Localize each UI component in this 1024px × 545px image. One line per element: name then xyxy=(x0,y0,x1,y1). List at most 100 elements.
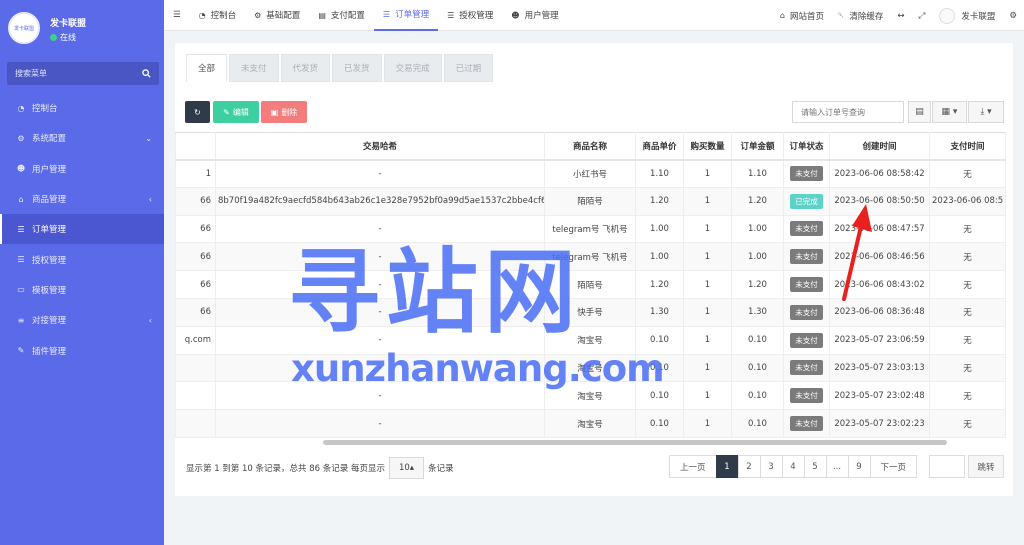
sidebar-item-7[interactable]: ≡ 对接管理 ‹ xyxy=(0,305,164,335)
cell-created: 2023-05-07 23:03:13 xyxy=(829,353,930,383)
top-tab-1[interactable]: ⚙ 基础配置 xyxy=(245,0,309,31)
trash-icon: ␡ xyxy=(838,10,845,20)
refresh-button[interactable]: ↻ xyxy=(185,101,210,123)
menu-search-input[interactable] xyxy=(15,69,125,78)
sidebar: 发卡联盟 发卡联盟 在线 ◔控制台⚙系统配置⌄☻用户管理⌂商品管理‹☰订单管理☰… xyxy=(0,0,164,545)
site-home-link[interactable]: ⌂ 网站首页 xyxy=(773,0,831,31)
status-badge: 未支付 xyxy=(790,277,823,293)
clear-cache-button[interactable]: ␡ 清除缓存 xyxy=(831,0,890,31)
export-button[interactable]: ⤓ ▾ xyxy=(968,101,1004,123)
columns-button[interactable]: ▦ ▾ xyxy=(932,101,967,123)
cell-c0 xyxy=(175,381,216,411)
top-tab-3[interactable]: ☰ 订单管理 xyxy=(373,0,439,31)
top-tab-label: 用户管理 xyxy=(524,11,559,21)
search-icon[interactable] xyxy=(142,69,151,78)
tab-order-status-4[interactable]: 交易完成 xyxy=(383,54,442,82)
sidebar-item-label: 用户管理 xyxy=(32,164,67,175)
cell-amount: 1.00 xyxy=(731,242,784,272)
toggle-view-button[interactable]: ▤ xyxy=(908,101,931,123)
menu-search xyxy=(7,62,159,85)
table-row[interactable]: 1- 小红书号 1.10 1 1.10 未支付 2023-06-06 08:58:42 无 xyxy=(175,159,1006,188)
caret-up-icon: ▴ xyxy=(409,463,415,473)
fullscreen-button[interactable]: ⤢ xyxy=(912,0,933,31)
order-status-tabs: 全部 未支付 代发货 已发货 交易完成 已过期 xyxy=(186,54,494,82)
sidebar-item-8[interactable]: ✎ 插件管理 xyxy=(0,335,164,365)
cell-c0: q.com xyxy=(175,325,216,355)
export-icon: ⤓ ▾ xyxy=(980,107,992,117)
jump-button[interactable]: 跳转 xyxy=(968,455,1004,478)
top-tab-5[interactable]: ☻ 用户管理 xyxy=(502,0,567,31)
cell-price: 1.00 xyxy=(635,214,684,244)
tab-order-status-5[interactable]: 已过期 xyxy=(443,54,494,82)
page-button[interactable]: 2 xyxy=(737,455,761,478)
cell-created: 2023-06-06 08:58:42 xyxy=(829,159,930,188)
cell-paytime: 无 xyxy=(929,242,1006,272)
prev-page-button[interactable]: 上一页 xyxy=(669,455,717,478)
red-arrow-annotation xyxy=(842,204,872,301)
sidebar-item-5[interactable]: ☰ 授权管理 xyxy=(0,244,164,274)
horizontal-scrollbar[interactable] xyxy=(323,440,947,445)
page-button[interactable]: 1 xyxy=(715,455,739,478)
tab-order-status-2[interactable]: 代发货 xyxy=(280,54,331,82)
sidebar-item-1[interactable]: ⚙ 系统配置 ⌄ xyxy=(0,123,164,153)
cell-status: 未支付 xyxy=(783,242,830,272)
top-tab-0[interactable]: ◔ 控制台 xyxy=(190,0,246,31)
status-badge: 未支付 xyxy=(790,221,823,237)
page-button[interactable]: 3 xyxy=(759,455,783,478)
user-menu[interactable]: 发卡联盟 xyxy=(932,0,1002,31)
sliders-icon: ≡ xyxy=(17,315,25,325)
chevron-left-icon: ‹ xyxy=(148,315,152,325)
top-navbar: ☰ ◔ 控制台 ⚙ 基础配置 ▤ 支付配置 ☰ 订单管理 ☰ 授权管理 ☻ 用户管理 ⌂ 网站首页 ␡ 清… xyxy=(164,0,1024,31)
cell-price: 1.20 xyxy=(635,270,684,299)
page-button: ... xyxy=(825,455,849,478)
page-button[interactable]: 9 xyxy=(847,455,871,478)
cell-qty: 1 xyxy=(683,242,732,272)
menu-toggle-button[interactable]: ☰ xyxy=(164,0,190,31)
chevron-left-icon: ‹ xyxy=(148,194,152,204)
delete-button[interactable]: ▣ 删除 xyxy=(261,101,307,123)
cell-price: 0.10 xyxy=(635,409,684,438)
cell-amount: 1.20 xyxy=(731,270,784,299)
cell-status: 未支付 xyxy=(783,297,830,327)
cell-qty: 1 xyxy=(683,186,732,216)
translate-icon: ↔ xyxy=(897,10,905,21)
cell-qty: 1 xyxy=(683,214,732,244)
edit-button[interactable]: ✎ 编辑 xyxy=(213,101,259,123)
next-page-button[interactable]: 下一页 xyxy=(869,455,918,478)
sidebar-item-6[interactable]: ▭ 模板管理 xyxy=(0,275,164,305)
translate-button[interactable]: ↔ xyxy=(890,0,911,31)
page-button[interactable]: 4 xyxy=(781,455,805,478)
page-size-value: 10 xyxy=(398,463,410,473)
tab-order-status-0[interactable]: 全部 xyxy=(186,54,228,82)
sidebar-item-4[interactable]: ☰ 订单管理 xyxy=(0,214,164,245)
cell-amount: 0.10 xyxy=(731,353,784,383)
cell-price: 1.20 xyxy=(635,186,684,216)
cell-created: 2023-05-07 23:02:48 xyxy=(829,381,930,411)
list-icon: ☰ xyxy=(382,9,391,19)
settings-button[interactable]: ⚙ xyxy=(1002,0,1024,31)
refresh-icon: ↻ xyxy=(194,107,201,117)
sidebar-item-3[interactable]: ⌂ 商品管理 ‹ xyxy=(0,184,164,214)
cell-amount: 1.00 xyxy=(731,214,784,244)
page-button[interactable]: 5 xyxy=(803,455,827,478)
tab-order-status-1[interactable]: 未支付 xyxy=(229,54,279,82)
page-size-select[interactable]: 10 ▴ xyxy=(388,457,425,479)
list-icon: ☰ xyxy=(447,10,455,20)
watermark-domain: xunzhanwang.com xyxy=(291,347,665,390)
table-row[interactable]: - 淘宝号 0.10 1 0.10 未支付 2023-05-07 23:02:23 无 xyxy=(175,409,1006,438)
jump-page-input[interactable] xyxy=(929,455,965,478)
tab-order-status-3[interactable]: 已发货 xyxy=(332,54,382,82)
top-tabs: ◔ 控制台 ⚙ 基础配置 ▤ 支付配置 ☰ 订单管理 ☰ 授权管理 ☻ 用户管理 xyxy=(190,0,568,31)
user-icon: ☻ xyxy=(511,10,520,20)
status-badge: 未支付 xyxy=(790,360,823,376)
payment-icon: ▤ xyxy=(318,10,326,20)
gear-icon: ⚙ xyxy=(1009,10,1017,21)
table-row[interactable]: 66 8b70f19a482fc9aecfd584b643ab26c1e328e7… xyxy=(175,186,1006,216)
order-search-input[interactable] xyxy=(801,107,895,117)
sidebar-item-2[interactable]: ☻ 用户管理 xyxy=(0,154,164,184)
top-tab-2[interactable]: ▤ 支付配置 xyxy=(309,0,374,31)
avatar[interactable]: 发卡联盟 xyxy=(8,12,40,44)
pagination-info: 显示第 1 到第 10 条记录，总共 86 条记录 每页显示 10 ▴ 条记录 xyxy=(186,457,454,479)
sidebar-item-0[interactable]: ◔ 控制台 xyxy=(0,93,164,123)
top-tab-4[interactable]: ☰ 授权管理 xyxy=(438,0,502,31)
